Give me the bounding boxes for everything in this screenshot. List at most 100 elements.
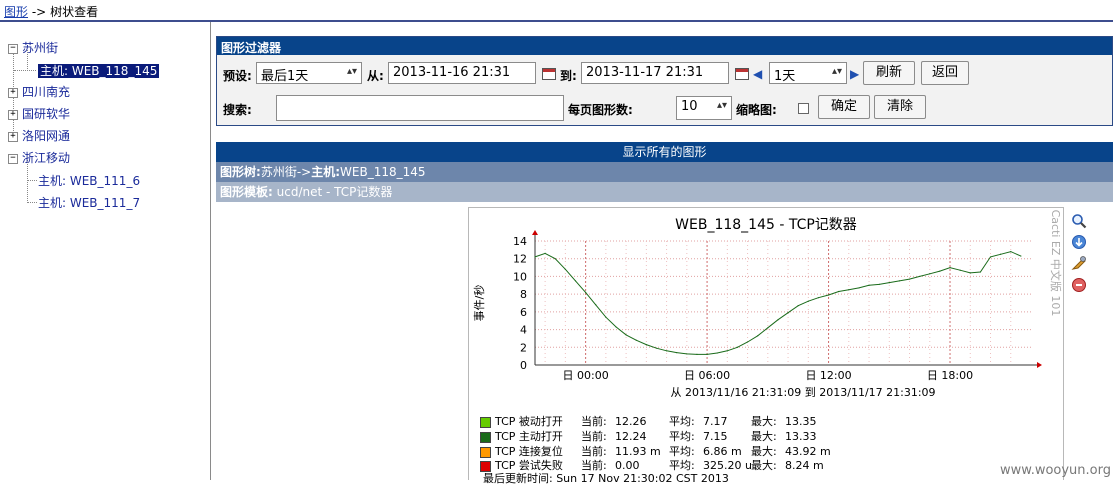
- timespan-select[interactable]: 1天 ▴▾: [769, 62, 847, 84]
- tree-item-host-web-111-7[interactable]: 主机: WEB_111_7: [38, 194, 140, 211]
- data-point: [645, 344, 647, 346]
- data-point: [605, 316, 607, 318]
- breadcrumb-graphs-link[interactable]: 图形: [4, 5, 28, 19]
- expand-icon[interactable]: +: [8, 109, 18, 120]
- delete-icon[interactable]: [1071, 277, 1087, 293]
- data-point: [939, 270, 941, 272]
- tree-item-label[interactable]: 主机: WEB_111_7: [38, 196, 140, 210]
- tree-item-label[interactable]: 浙江移动: [22, 151, 70, 165]
- data-point: [797, 305, 799, 307]
- download-icon[interactable]: [1071, 234, 1087, 250]
- show-all-graphs-bar[interactable]: 显示所有的图形: [216, 142, 1113, 162]
- legend-max: 13.35: [785, 415, 817, 428]
- y-tick-label: 8: [520, 288, 527, 301]
- per-page-label: 每页图形数:: [568, 103, 633, 117]
- data-point: [686, 353, 688, 355]
- back-button[interactable]: 返回: [921, 61, 969, 85]
- edit-icon[interactable]: [1071, 255, 1087, 271]
- x-tick-label: 日 00:00: [563, 369, 609, 382]
- tree-item-label[interactable]: 国研软华: [22, 107, 70, 121]
- legend-name: TCP 主动打开: [495, 430, 563, 443]
- tree-connector: [14, 70, 36, 71]
- data-point: [564, 268, 566, 270]
- preset-label: 预设:: [223, 69, 252, 83]
- legend-avg-label: 平均:: [669, 415, 695, 428]
- expand-icon[interactable]: +: [8, 87, 18, 98]
- y-axis-label: 事件/秒: [472, 285, 486, 322]
- refresh-button[interactable]: 刷新: [863, 61, 915, 85]
- breadcrumb-separator: ->: [31, 5, 47, 19]
- ok-button[interactable]: 确定: [818, 95, 870, 119]
- tree-item-host-web-118-145[interactable]: 主机: WEB_118_145: [38, 62, 160, 79]
- tree-item-host-web-111-6[interactable]: 主机: WEB_111_6: [38, 172, 140, 189]
- data-point: [868, 284, 870, 286]
- calendar-to-icon[interactable]: [735, 68, 749, 80]
- data-point: [716, 352, 718, 354]
- data-point: [757, 335, 759, 337]
- thumbnail-checkbox[interactable]: [798, 103, 809, 114]
- data-point: [787, 312, 789, 314]
- data-point: [989, 256, 992, 258]
- data-point: [615, 326, 617, 328]
- shift-right-icon[interactable]: ▶: [850, 67, 859, 81]
- to-label: 到:: [560, 69, 577, 83]
- graph-filter-title: 图形过滤器: [217, 37, 1112, 55]
- from-date-value: 2013-11-16 21:31: [393, 65, 511, 80]
- legend-avg-label: 平均:: [669, 430, 695, 443]
- preset-select[interactable]: 最后1天 ▴▾: [256, 62, 362, 84]
- zoom-icon[interactable]: [1071, 213, 1087, 229]
- expand-icon[interactable]: +: [8, 131, 18, 142]
- per-page-select[interactable]: 10 ▴▾: [676, 96, 732, 120]
- tree-panel: − 苏州街 主机: WEB_118_145 + 四川南充 + 国研软华 + 洛阳网通 −…: [0, 22, 211, 480]
- legend-swatch: [480, 416, 491, 428]
- to-date-input[interactable]: 2013-11-17 21:31: [581, 62, 729, 84]
- tree-item-label[interactable]: 主机: WEB_111_6: [38, 174, 140, 188]
- legend-cur: 12.26: [615, 415, 647, 428]
- calendar-from-icon[interactable]: [542, 68, 556, 80]
- from-date-input[interactable]: 2013-11-16 21:31: [388, 62, 536, 84]
- plot-background: [535, 241, 1031, 365]
- clear-button[interactable]: 清除: [874, 95, 926, 119]
- legend-row: TCP 主动打开 当前: 12.24 平均: 7.15 最大: 13.33: [480, 428, 817, 444]
- legend-avg: 7.15: [703, 430, 728, 443]
- collapse-icon[interactable]: −: [8, 43, 18, 54]
- tree-item-label[interactable]: 四川南充: [22, 85, 70, 99]
- tree-item-zhejiang-mobile[interactable]: − 浙江移动: [8, 149, 70, 166]
- side-label: Cacti EZ 中文版 101: [1049, 210, 1063, 317]
- data-point: [838, 290, 840, 293]
- chevron-updown-icon: ▴▾: [346, 66, 357, 77]
- chevron-updown-icon: ▴▾: [831, 66, 842, 77]
- search-input[interactable]: [276, 95, 564, 121]
- data-point: [574, 280, 577, 282]
- tree-item-label[interactable]: 苏州街: [22, 41, 58, 55]
- graph-tree-host-prefix: 主机:: [311, 165, 341, 179]
- collapse-icon[interactable]: −: [8, 153, 18, 164]
- legend-cur: 12.24: [615, 430, 647, 443]
- data-point: [595, 304, 597, 306]
- data-point: [858, 287, 860, 289]
- range-text: 从 2013/11/16 21:31:09 到 2013/11/17 21:31…: [670, 386, 935, 399]
- data-point: [908, 278, 911, 280]
- data-point: [929, 273, 931, 275]
- tree-item-label[interactable]: 洛阳网通: [22, 129, 70, 143]
- tree-item-guoyan[interactable]: + 国研软华: [8, 105, 70, 122]
- data-point: [949, 266, 951, 269]
- tree-item-label[interactable]: 主机: WEB_118_145: [38, 64, 160, 78]
- y-tick-label: 6: [520, 306, 527, 319]
- data-point: [736, 346, 739, 348]
- data-point: [625, 334, 627, 336]
- tree-item-suzhoujie[interactable]: − 苏州街: [8, 39, 58, 56]
- data-point: [959, 269, 961, 271]
- shift-left-icon[interactable]: ◀: [753, 67, 762, 81]
- legend-name: TCP 被动打开: [495, 415, 563, 428]
- legend-max: 13.33: [785, 430, 817, 443]
- tree-item-luoyang[interactable]: + 洛阳网通: [8, 127, 70, 144]
- tree-item-sichuan-nanchong[interactable]: + 四川南充: [8, 83, 70, 100]
- breadcrumb: 图形 -> 树状查看: [4, 3, 98, 20]
- graph-template-prefix: 图形模板:: [220, 185, 273, 199]
- data-point: [746, 341, 749, 343]
- tree-connector: [28, 202, 37, 203]
- y-tick-label: 0: [520, 359, 527, 372]
- graph-tree-host: WEB_118_145: [340, 165, 426, 179]
- graph-tree-prefix: 图形树:: [220, 165, 261, 179]
